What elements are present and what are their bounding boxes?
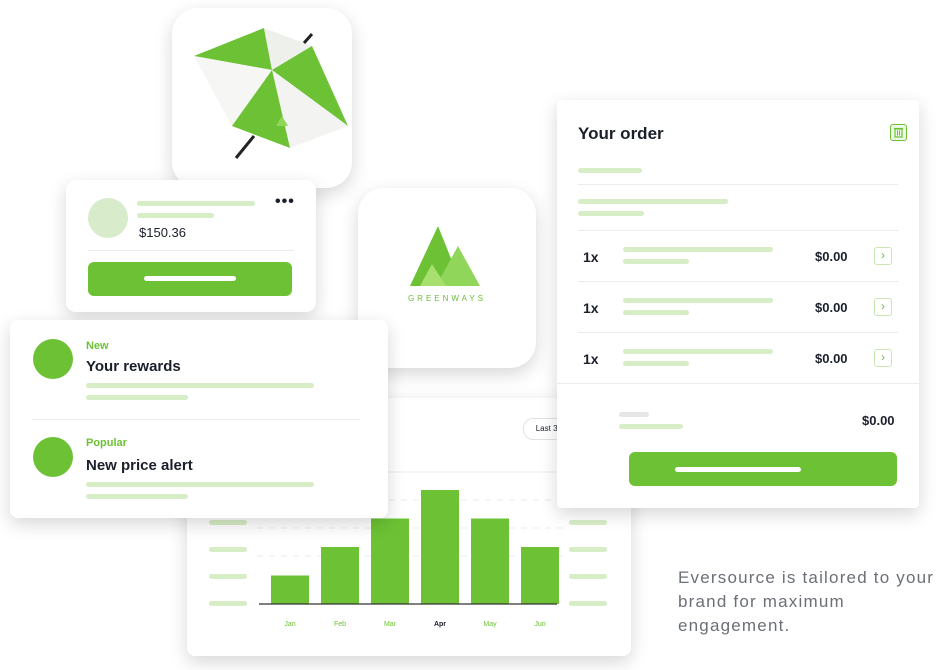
placeholder-line [623, 310, 689, 315]
product-summary-card: $150.36 ••• [66, 180, 316, 312]
axis-placeholder [569, 547, 607, 552]
axis-placeholder [209, 520, 247, 525]
placeholder-line [86, 494, 188, 499]
axis-placeholder [209, 574, 247, 579]
bar-feb [321, 547, 359, 604]
divider [578, 184, 898, 185]
alert-badge: Popular [86, 437, 127, 449]
placeholder-line [619, 424, 683, 429]
x-tick-label: Jun [534, 621, 545, 628]
x-tick-label: Apr [434, 621, 446, 628]
axis-placeholder [569, 520, 607, 525]
placeholder-line [86, 383, 314, 388]
line-quantity: 1x [583, 351, 599, 367]
divider [88, 250, 294, 251]
line-quantity: 1x [583, 300, 599, 316]
placeholder-line [623, 259, 689, 264]
placeholder-line [623, 247, 773, 252]
placeholder-line [578, 199, 728, 204]
divider [557, 383, 919, 384]
placeholder-line [623, 361, 689, 366]
x-tick-label: May [483, 621, 497, 628]
divider [32, 419, 360, 420]
bar-jun [521, 547, 559, 604]
alert-title[interactable]: New price alert [86, 457, 193, 474]
x-tick-label: Jan [284, 621, 295, 628]
trash-icon[interactable] [890, 124, 907, 141]
line-amount: $0.00 [815, 300, 848, 315]
divider [578, 332, 898, 333]
line-amount: $0.00 [815, 249, 848, 264]
placeholder-line [623, 298, 773, 303]
brand-wordmark: GREENWAYS [407, 294, 487, 303]
chevron-right-icon[interactable]: › [874, 349, 892, 367]
reward-badge: New [86, 340, 109, 352]
umbrella-image-card [172, 8, 352, 188]
chevron-right-icon[interactable]: › [874, 298, 892, 316]
primary-action-button[interactable] [88, 262, 292, 296]
placeholder-line [578, 211, 644, 216]
order-title: Your order [578, 124, 664, 143]
alert-icon [33, 437, 73, 477]
line-amount: $0.00 [815, 351, 848, 366]
bar-jan [271, 575, 309, 604]
axis-placeholder [569, 574, 607, 579]
marketing-tagline: Eversource is tailored to your brand for… [678, 568, 935, 635]
placeholder-line [86, 482, 314, 487]
bar-apr [421, 490, 459, 604]
placeholder-line [619, 412, 649, 417]
placeholder-line [578, 168, 642, 173]
reward-title[interactable]: Your rewards [86, 358, 181, 375]
placeholder-line [86, 395, 188, 400]
order-total: $0.00 [862, 413, 895, 428]
button-label-placeholder [675, 467, 801, 472]
divider [578, 281, 898, 282]
placeholder-line [137, 213, 214, 218]
axis-placeholder [209, 601, 247, 606]
bar-may [471, 518, 509, 604]
order-summary-card: Your order 1x $0.00 › 1x $0.00 › 1x $0.0… [557, 100, 919, 508]
chevron-right-icon[interactable]: › [874, 247, 892, 265]
reward-icon [33, 339, 73, 379]
divider [578, 230, 898, 231]
more-options-icon[interactable]: ••• [275, 194, 295, 210]
umbrella-image [194, 28, 348, 159]
avatar [88, 198, 128, 238]
line-quantity: 1x [583, 249, 599, 265]
axis-placeholder [209, 547, 247, 552]
button-label-placeholder [144, 276, 236, 281]
product-price: $150.36 [139, 225, 186, 240]
x-tick-label: Mar [384, 621, 397, 628]
rewards-card: New Your rewards Popular New price alert [10, 320, 388, 518]
axis-placeholder [569, 601, 607, 606]
checkout-button[interactable] [629, 452, 897, 486]
placeholder-line [137, 201, 255, 206]
x-tick-label: Feb [334, 621, 346, 628]
bar-mar [371, 518, 409, 604]
placeholder-line [623, 349, 773, 354]
